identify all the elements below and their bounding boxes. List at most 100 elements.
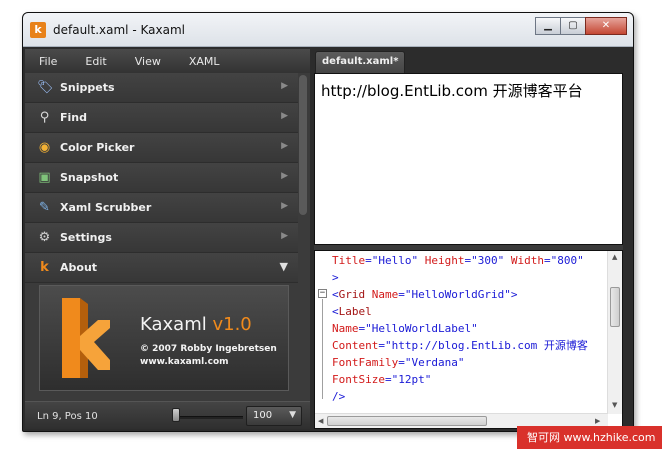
about-product-name: Kaxaml — [140, 314, 207, 335]
editor-vertical-scrollbar[interactable]: ▲ ▼ — [607, 251, 622, 414]
code-token: Title — [332, 254, 366, 267]
expand-arrow-icon[interactable]: ▶ — [281, 141, 288, 151]
code-token: < — [332, 305, 339, 318]
scroll-down-icon[interactable]: ▼ — [612, 401, 617, 409]
code-token: = — [398, 288, 405, 301]
about-website[interactable]: www.kaxaml.com — [140, 357, 229, 367]
minimize-button[interactable]: ▁ — [535, 17, 561, 35]
plugin-scrollbar[interactable] — [299, 75, 307, 215]
menu-xaml[interactable]: XAML — [175, 49, 234, 73]
binoculars-icon: ⚲ — [39, 110, 50, 125]
plugin-list: 🏷 Snippets ▶ ⚲ Find ▶ ◉ Color Picker ▶ ▣… — [25, 73, 298, 283]
code-token: Width — [504, 254, 544, 267]
close-button[interactable]: ✕ — [585, 17, 627, 35]
expand-arrow-icon[interactable]: ▶ — [281, 81, 288, 91]
expand-arrow-icon[interactable]: ▶ — [281, 201, 288, 211]
code-token: "HelloWorldLabel" — [365, 322, 478, 335]
code-line[interactable]: FontFamily="Verdana" — [332, 355, 464, 371]
menu-edit[interactable]: Edit — [71, 49, 120, 73]
collapse-arrow-icon[interactable]: ▼ — [280, 260, 288, 273]
scroll-right-icon[interactable]: ▶ — [595, 417, 600, 425]
scroll-up-icon[interactable]: ▲ — [612, 253, 617, 261]
code-token: "12pt" — [391, 373, 432, 386]
kaxaml-icon: k — [40, 260, 49, 275]
tag-icon: 🏷 — [37, 80, 54, 95]
expand-arrow-icon[interactable]: ▶ — [281, 231, 288, 241]
maximize-button[interactable]: ▢ — [560, 17, 586, 35]
code-token: "Hello" — [371, 254, 419, 267]
kaxaml-window: k default.xaml - Kaxaml ▁ ▢ ✕ File Edit … — [22, 12, 634, 432]
expand-arrow-icon[interactable]: ▶ — [281, 111, 288, 121]
editor-horizontal-thumb[interactable] — [327, 416, 487, 426]
plugin-label: About — [60, 261, 98, 274]
status-bar: Ln 9, Pos 10 100 ▼ — [25, 401, 310, 429]
code-editor[interactable]: − Title="Hello" Height="300" Width="800"… — [314, 250, 623, 429]
code-line[interactable]: FontSize="12pt" — [332, 372, 431, 388]
kaxaml-app-icon: k — [30, 22, 46, 38]
document-area: default.xaml* http://blog.EntLib.com 开源博… — [314, 49, 623, 429]
plugin-xaml-scrubber[interactable]: ✎ Xaml Scrubber ▶ — [25, 193, 298, 223]
plugin-label: Color Picker — [60, 141, 135, 154]
menu-bar: File Edit View XAML — [25, 49, 310, 73]
code-token: < — [332, 288, 339, 301]
title-bar[interactable]: k default.xaml - Kaxaml ▁ ▢ ✕ — [23, 13, 633, 47]
cursor-position: Ln 9, Pos 10 — [37, 411, 98, 422]
plugin-label: Find — [60, 111, 87, 124]
tab-strip: default.xaml* — [314, 49, 623, 73]
code-token: > — [332, 271, 339, 284]
plugin-about[interactable]: k About ▼ — [25, 253, 298, 283]
plugin-label: Snapshot — [60, 171, 119, 184]
code-token: = — [398, 356, 405, 369]
plugin-snippets[interactable]: 🏷 Snippets ▶ — [25, 73, 298, 103]
plugin-settings[interactable]: ⚙ Settings ▶ — [25, 223, 298, 253]
code-token: "HelloWorldGrid" — [404, 288, 511, 301]
code-line[interactable]: <Grid Name="HelloWorldGrid"> — [332, 287, 517, 303]
code-line[interactable]: Content="http://blog.EntLib.com 开源博客 — [332, 338, 588, 354]
about-panel: Kaxaml v1.0 © 2007 Robby Ingebretsen www… — [39, 285, 289, 391]
code-token: "800" — [550, 254, 584, 267]
code-line[interactable]: > — [332, 270, 339, 286]
expand-arrow-icon[interactable]: ▶ — [281, 171, 288, 181]
code-token: Name — [365, 288, 399, 301]
editor-vertical-thumb[interactable] — [610, 287, 620, 327]
plugin-find[interactable]: ⚲ Find ▶ — [25, 103, 298, 133]
tab-default-xaml[interactable]: default.xaml* — [315, 51, 406, 73]
about-copyright: © 2007 Robby Ingebretsen — [140, 344, 277, 354]
menu-file[interactable]: File — [25, 49, 71, 73]
code-token: = — [365, 254, 372, 267]
plugin-panel: File Edit View XAML 🏷 Snippets ▶ ⚲ Find … — [25, 49, 310, 429]
xaml-preview: http://blog.EntLib.com 开源博客平台 — [314, 73, 623, 245]
scroll-left-icon[interactable]: ◀ — [318, 417, 323, 425]
code-token: = — [543, 254, 551, 267]
plugin-color-picker[interactable]: ◉ Color Picker ▶ — [25, 133, 298, 163]
code-token: "Verdana" — [404, 356, 465, 369]
code-token: FontFamily — [332, 356, 399, 369]
window-title: default.xaml - Kaxaml — [53, 23, 185, 37]
site-watermark: 智可网 www.hzhike.com — [517, 426, 662, 449]
code-token: Name — [332, 322, 359, 335]
code-line[interactable]: Title="Hello" Height="300" Width="800" — [332, 253, 584, 269]
code-token: Grid — [338, 288, 366, 301]
zoom-dropdown[interactable]: 100 ▼ — [246, 406, 302, 426]
fold-guide — [322, 299, 323, 399]
snapshot-icon: ▣ — [38, 170, 51, 185]
code-line[interactable]: <Label — [332, 304, 372, 320]
code-line[interactable]: Name="HelloWorldLabel" — [332, 321, 478, 337]
code-token: FontSize — [332, 373, 385, 386]
zoom-slider-thumb[interactable] — [172, 408, 180, 422]
preview-label: http://blog.EntLib.com 开源博客平台 — [321, 82, 583, 100]
code-token: Height — [418, 254, 465, 267]
kaxaml-logo-icon — [62, 298, 110, 378]
plugin-snapshot[interactable]: ▣ Snapshot ▶ — [25, 163, 298, 193]
code-token: Content — [332, 339, 379, 352]
chevron-down-icon: ▼ — [289, 410, 296, 420]
plugin-label: Snippets — [60, 81, 115, 94]
menu-view[interactable]: View — [121, 49, 175, 73]
gear-icon: ⚙ — [38, 230, 51, 245]
fold-toggle-icon[interactable]: − — [318, 289, 327, 298]
code-token: "http://blog.EntLib.com 开源博客 — [384, 339, 588, 352]
zoom-slider-track[interactable] — [173, 416, 243, 419]
code-line[interactable]: /> — [332, 389, 345, 405]
code-token: "300" — [471, 254, 505, 267]
code-token: Label — [338, 305, 372, 318]
